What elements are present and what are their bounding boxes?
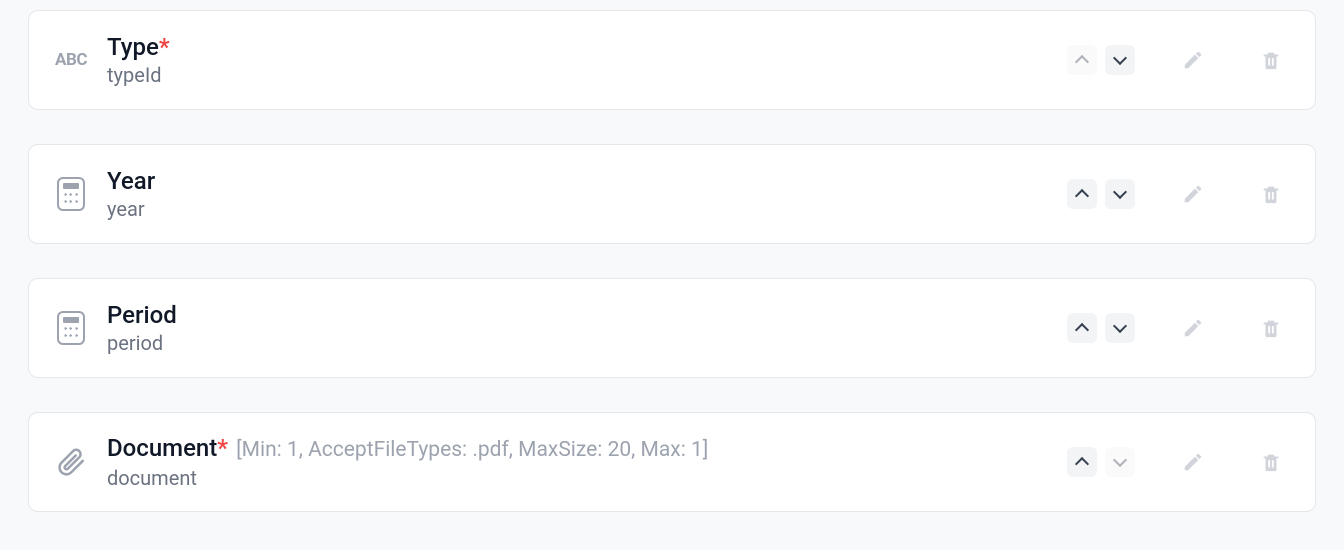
text-type-icon: ABC xyxy=(55,50,87,70)
chevron-down-icon xyxy=(1113,185,1127,199)
edit-icon xyxy=(1182,317,1204,339)
edit-icon xyxy=(1182,49,1204,71)
move-down-button xyxy=(1105,447,1135,477)
field-hint: [Min: 1, AcceptFileTypes: .pdf, MaxSize:… xyxy=(236,438,708,462)
field-row: Periodperiod xyxy=(28,278,1316,378)
delete-icon xyxy=(1260,450,1282,474)
field-actions xyxy=(1067,442,1291,482)
move-up-button[interactable] xyxy=(1067,313,1097,343)
type-icon: ABC xyxy=(49,50,93,70)
field-info: Periodperiod xyxy=(107,301,1067,356)
delete-icon xyxy=(1260,182,1282,206)
field-label-text: Document xyxy=(107,434,217,462)
type-icon xyxy=(49,177,93,211)
field-info: Type*typeId xyxy=(107,33,1067,88)
delete-button[interactable] xyxy=(1251,40,1291,80)
field-info: Document* [Min: 1, AcceptFileTypes: .pdf,… xyxy=(107,434,1067,489)
field-label-text: Period xyxy=(107,301,177,329)
chevron-up-icon xyxy=(1075,457,1089,471)
field-label: Document* [Min: 1, AcceptFileTypes: .pdf,… xyxy=(107,434,1067,463)
chevron-up-icon xyxy=(1075,323,1089,337)
field-label: Period xyxy=(107,301,1067,330)
type-icon xyxy=(49,447,93,477)
edit-icon xyxy=(1182,451,1204,473)
delete-icon xyxy=(1260,48,1282,72)
field-info: Yearyear xyxy=(107,167,1067,222)
edit-icon xyxy=(1182,183,1204,205)
move-down-button[interactable] xyxy=(1105,179,1135,209)
chevron-up-icon xyxy=(1075,55,1089,69)
calculator-icon xyxy=(57,177,85,211)
field-label: Year xyxy=(107,167,1067,196)
chevron-up-icon xyxy=(1075,189,1089,203)
edit-button[interactable] xyxy=(1173,40,1213,80)
field-id: typeId xyxy=(107,63,1067,87)
chevron-down-icon xyxy=(1113,319,1127,333)
field-actions xyxy=(1067,40,1291,80)
move-up-button[interactable] xyxy=(1067,179,1097,209)
delete-icon xyxy=(1260,316,1282,340)
delete-button[interactable] xyxy=(1251,174,1291,214)
move-down-button[interactable] xyxy=(1105,45,1135,75)
chevron-down-icon xyxy=(1113,51,1127,65)
field-id: period xyxy=(107,331,1067,355)
field-actions xyxy=(1067,308,1291,348)
field-row: ABC Type*typeId xyxy=(28,10,1316,110)
field-actions xyxy=(1067,174,1291,214)
field-label-text: Year xyxy=(107,167,155,195)
field-id: document xyxy=(107,466,1067,490)
edit-button[interactable] xyxy=(1173,174,1213,214)
required-mark: * xyxy=(159,33,170,61)
field-id: year xyxy=(107,197,1067,221)
attachment-icon xyxy=(56,447,86,477)
field-row: Document* [Min: 1, AcceptFileTypes: .pdf,… xyxy=(28,412,1316,512)
edit-button[interactable] xyxy=(1173,442,1213,482)
delete-button[interactable] xyxy=(1251,308,1291,348)
chevron-down-icon xyxy=(1113,453,1127,467)
move-up-button xyxy=(1067,45,1097,75)
field-label: Type* xyxy=(107,33,1067,62)
move-down-button[interactable] xyxy=(1105,313,1135,343)
required-mark: * xyxy=(217,434,228,462)
move-up-button[interactable] xyxy=(1067,447,1097,477)
calculator-icon xyxy=(57,311,85,345)
edit-button[interactable] xyxy=(1173,308,1213,348)
field-label-text: Type xyxy=(107,33,159,61)
delete-button[interactable] xyxy=(1251,442,1291,482)
field-row: Yearyear xyxy=(28,144,1316,244)
type-icon xyxy=(49,311,93,345)
